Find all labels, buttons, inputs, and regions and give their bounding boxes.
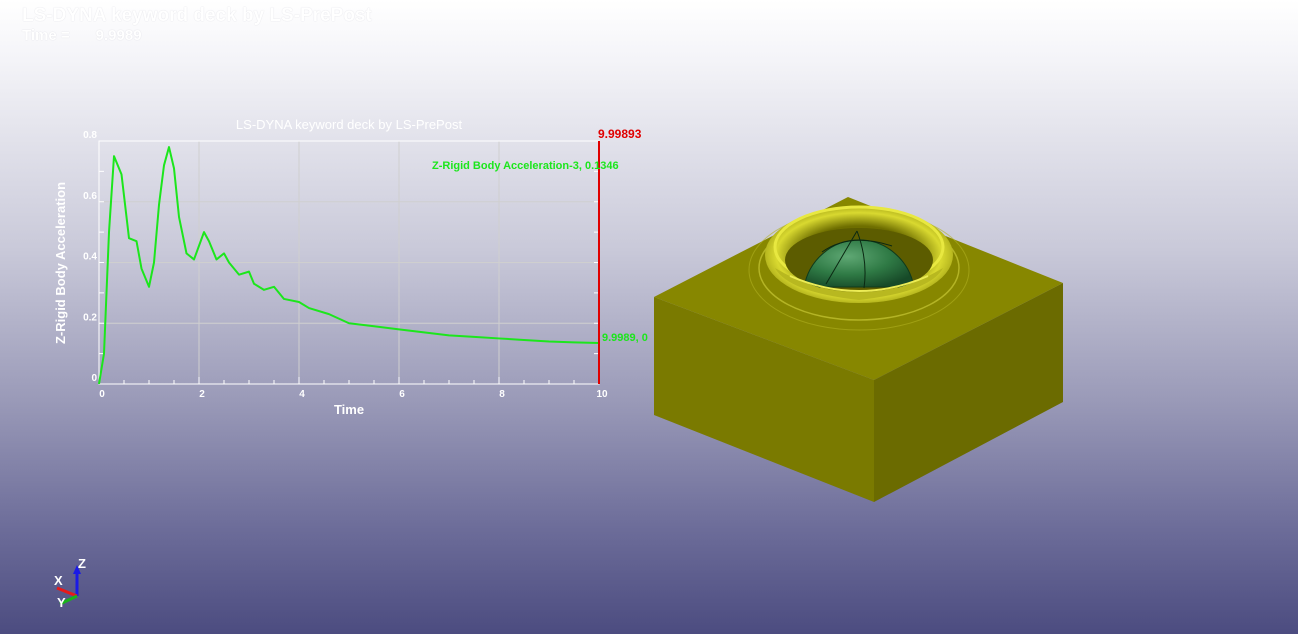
axis-triad: X Y Z [54, 556, 86, 610]
y-axis-letter: Y [57, 595, 66, 610]
x-axis-letter: X [54, 573, 63, 588]
graphics-viewport[interactable]: LS-DYNA keyword deck by LS-PrePost Time … [0, 0, 1298, 634]
z-axis-letter: Z [78, 556, 86, 571]
